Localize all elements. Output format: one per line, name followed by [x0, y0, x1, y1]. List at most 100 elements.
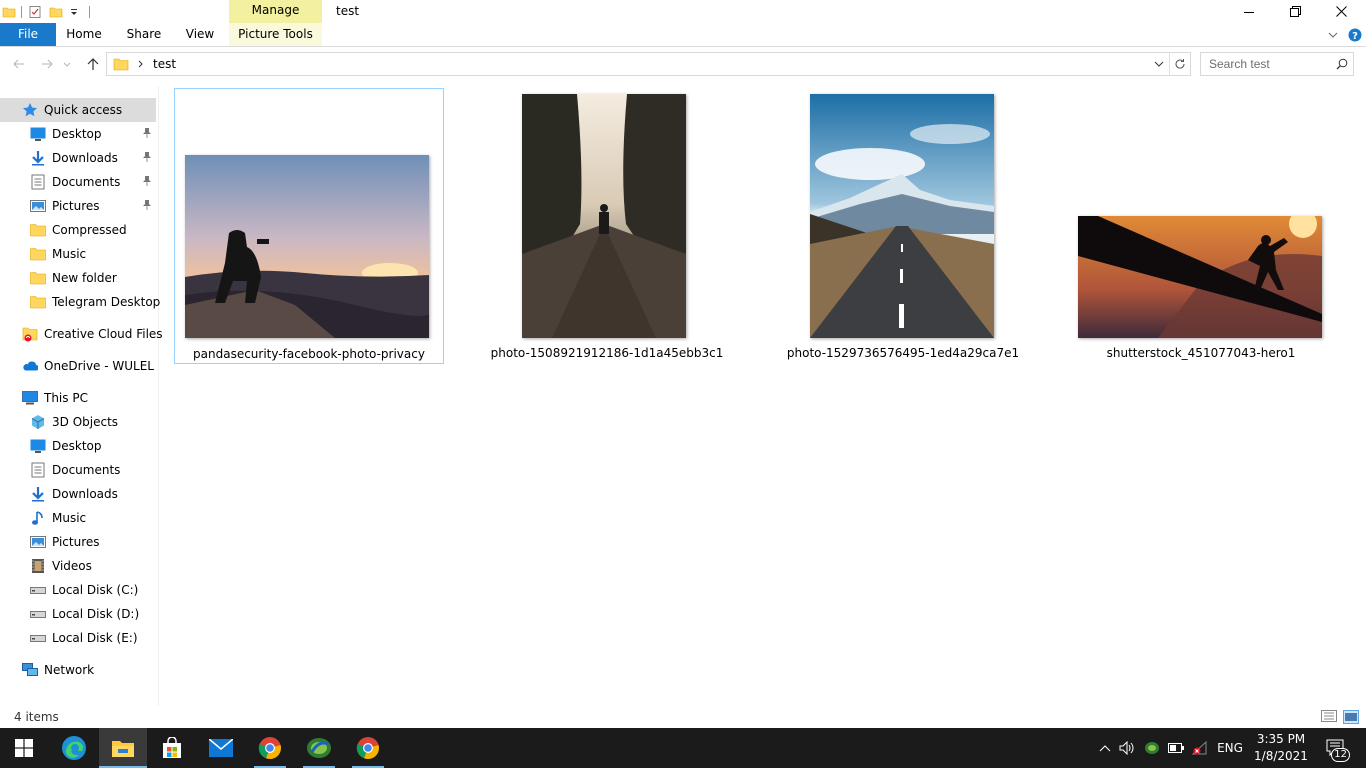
photo-thumbnail — [810, 94, 994, 338]
sidebar-item-3d-objects[interactable]: 3D Objects — [0, 410, 156, 434]
sidebar-item-downloads[interactable]: Downloads — [0, 482, 156, 506]
sidebar-item-label: This PC — [44, 391, 88, 405]
close-button[interactable] — [1318, 0, 1364, 23]
sidebar-item-label: Local Disk (D:) — [52, 607, 140, 621]
sidebar-item-local-disk-e[interactable]: Local Disk (E:) — [0, 626, 156, 650]
sidebar-item-desktop[interactable]: Desktop — [0, 122, 156, 146]
sidebar-item-label: Pictures — [52, 535, 100, 549]
sidebar-item-network[interactable]: Network — [0, 658, 156, 682]
photo-thumbnail — [185, 155, 429, 338]
pictures-icon — [30, 534, 46, 550]
breadcrumb-chevron-icon[interactable] — [133, 60, 147, 68]
ribbon-tabs: File Home Share View Picture Tools ? — [0, 23, 1366, 47]
back-button[interactable] — [8, 53, 30, 75]
sidebar-item-local-disk-c[interactable]: Local Disk (C:) — [0, 578, 156, 602]
details-view-icon[interactable] — [1321, 710, 1337, 724]
sidebar-item-downloads[interactable]: Downloads — [0, 146, 156, 170]
sidebar-item-onedrive-wulel[interactable]: OneDrive - WULEL — [0, 354, 156, 378]
volume-icon[interactable] — [1116, 728, 1138, 768]
battery-icon[interactable] — [1164, 728, 1188, 768]
creative-cloud-icon — [22, 326, 38, 342]
file-item[interactable]: photo-1508921912186-1d1a45ebb3c1 — [472, 88, 742, 364]
file-item[interactable]: shutterstock_451077043-hero1 — [1066, 88, 1336, 364]
clock[interactable]: 3:35 PM 1/8/2021 — [1248, 731, 1314, 765]
navigation-pane: Quick access Desktop Downloads Documents Pic… — [0, 96, 163, 706]
file-item[interactable]: photo-1529736576495-1ed4a29ca7e1 — [768, 88, 1038, 364]
sidebar-item-documents[interactable]: Documents — [0, 458, 156, 482]
pictures-icon — [30, 198, 46, 214]
expand-ribbon-icon[interactable] — [1322, 32, 1344, 38]
file-name: photo-1508921912186-1d1a45ebb3c1 — [490, 346, 724, 360]
sidebar-item-label: Downloads — [52, 487, 118, 501]
start-icon[interactable] — [0, 728, 48, 768]
folder-icon — [30, 294, 46, 310]
notification-count-badge: 12 — [1331, 748, 1350, 762]
network-disconnected-icon[interactable] — [1188, 728, 1212, 768]
sidebar-item-creative-cloud-files[interactable]: Creative Cloud Files — [0, 322, 163, 346]
tab-view[interactable]: View — [180, 23, 220, 46]
sidebar-item-pictures[interactable]: Pictures — [0, 194, 156, 218]
file-explorer-icon[interactable] — [99, 728, 147, 768]
sidebar-item-label: Local Disk (E:) — [52, 631, 138, 645]
sidebar-item-label: Downloads — [52, 151, 118, 165]
sidebar-item-label: Music — [52, 511, 87, 525]
search-icon[interactable] — [1333, 58, 1351, 70]
up-button[interactable] — [82, 53, 104, 75]
address-dropdown-icon[interactable] — [1149, 61, 1169, 67]
pin-icon — [142, 175, 154, 189]
sidebar-item-new-folder[interactable]: New folder — [0, 266, 156, 290]
music-icon — [30, 510, 46, 526]
restore-button[interactable] — [1272, 0, 1318, 23]
sidebar-item-local-disk-d[interactable]: Local Disk (D:) — [0, 602, 156, 626]
file-item[interactable]: pandasecurity-facebook-photo-privacy — [174, 88, 444, 364]
item-count: 4 items — [14, 710, 59, 724]
idm-icon[interactable] — [295, 728, 343, 768]
show-hidden-icons-icon[interactable] — [1094, 728, 1116, 768]
recent-locations-button[interactable] — [60, 53, 74, 75]
edge-icon[interactable] — [50, 728, 98, 768]
sidebar-item-quick-access[interactable]: Quick access — [0, 98, 156, 122]
sidebar-item-pictures[interactable]: Pictures — [0, 530, 156, 554]
search-box[interactable] — [1200, 52, 1354, 76]
title-bar: Manage test — [0, 0, 1366, 23]
sidebar-item-telegram-desktop[interactable]: Telegram Desktop — [0, 290, 160, 314]
file-name: pandasecurity-facebook-photo-privacy — [193, 347, 425, 361]
sidebar-item-desktop[interactable]: Desktop — [0, 434, 156, 458]
help-icon[interactable]: ? — [1344, 28, 1366, 42]
star-icon — [22, 102, 38, 118]
tab-share[interactable]: Share — [122, 23, 166, 46]
folder-icon — [109, 57, 133, 71]
chrome-icon[interactable] — [246, 728, 294, 768]
large-icons-view-icon[interactable] — [1343, 710, 1359, 724]
minimize-button[interactable] — [1226, 0, 1272, 23]
refresh-icon[interactable] — [1170, 58, 1190, 70]
language-indicator[interactable]: ENG — [1214, 728, 1246, 768]
tab-file[interactable]: File — [0, 23, 56, 46]
sidebar-item-documents[interactable]: Documents — [0, 170, 156, 194]
sidebar-item-music[interactable]: Music — [0, 242, 156, 266]
sidebar-item-music[interactable]: Music — [0, 506, 156, 530]
store-icon[interactable] — [148, 728, 196, 768]
forward-button[interactable] — [36, 53, 58, 75]
new-folder-icon[interactable] — [46, 0, 66, 23]
chrome-icon[interactable] — [344, 728, 392, 768]
sidebar-item-this-pc[interactable]: This PC — [0, 386, 156, 410]
tab-home[interactable]: Home — [62, 23, 106, 46]
sidebar-item-videos[interactable]: Videos — [0, 554, 156, 578]
sidebar-item-compressed[interactable]: Compressed — [0, 218, 156, 242]
sidebar-item-label: Creative Cloud Files — [44, 327, 163, 341]
customize-qat-icon[interactable] — [66, 0, 82, 23]
idm-tray-icon[interactable] — [1140, 728, 1164, 768]
notification-center-icon[interactable]: 12 — [1318, 728, 1354, 768]
sidebar-item-label: Compressed — [52, 223, 127, 237]
window-title: test — [336, 4, 360, 18]
videos-icon — [30, 558, 46, 574]
tab-picture-tools[interactable]: Picture Tools — [229, 23, 322, 46]
sidebar-item-label: Desktop — [52, 127, 102, 141]
address-bar[interactable]: test — [106, 52, 1191, 76]
properties-icon[interactable] — [24, 0, 46, 23]
mail-icon[interactable] — [197, 728, 245, 768]
breadcrumb-current[interactable]: test — [153, 57, 176, 71]
search-input[interactable] — [1209, 57, 1333, 71]
manage-contextual-tab[interactable]: Manage — [229, 0, 322, 23]
